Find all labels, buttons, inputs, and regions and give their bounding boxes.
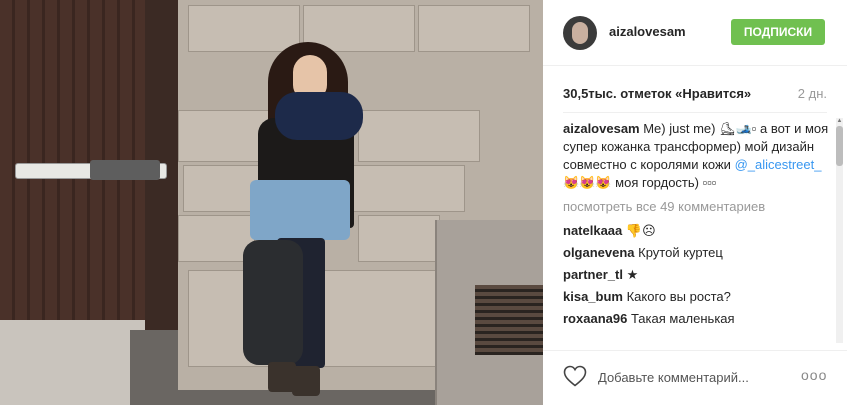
avatar[interactable] xyxy=(563,16,597,50)
post-footer: ooo xyxy=(543,350,847,406)
comment-text: 👎☹ xyxy=(622,223,656,238)
boot-right xyxy=(292,366,320,396)
comment-username[interactable]: olganevena xyxy=(563,245,635,260)
heart-icon[interactable] xyxy=(563,365,587,387)
comment-item: natelkaaa 👎☹ xyxy=(563,222,833,240)
add-comment-input[interactable] xyxy=(598,368,788,386)
comments-scrollbar[interactable]: ▲ xyxy=(836,118,843,343)
barrier-mount xyxy=(90,160,160,180)
backpack xyxy=(243,240,303,365)
comment-text: ★ xyxy=(622,267,639,282)
likes-count[interactable]: 30,5тыс. отметок «Нравится» xyxy=(563,86,751,101)
comment-text: Какого вы роста? xyxy=(622,289,731,304)
comment-text: Такая маленькая xyxy=(627,311,735,326)
post-photo[interactable] xyxy=(0,0,543,405)
comments-list: aizalovesam Me) just me) ⛸🎿▫ а вот и моя… xyxy=(563,118,833,343)
scroll-up-arrow-icon[interactable]: ▲ xyxy=(836,118,843,125)
more-options-icon[interactable]: ooo xyxy=(801,367,827,383)
scroll-thumb[interactable] xyxy=(836,126,843,166)
post-header: aizalovesam ПОДПИСКИ xyxy=(543,0,847,66)
comment-item: partner_tl ★ xyxy=(563,266,833,284)
comment-username[interactable]: partner_tl xyxy=(563,267,623,282)
divider xyxy=(563,112,827,113)
view-all-comments-link[interactable]: посмотреть все 49 комментариев xyxy=(563,198,833,216)
wall-vent xyxy=(475,285,543,355)
caption-username[interactable]: aizalovesam xyxy=(563,121,640,136)
username-link[interactable]: aizalovesam xyxy=(609,24,686,39)
likes-row: 30,5тыс. отметок «Нравится» 2 дн. xyxy=(563,86,827,104)
caption-mention[interactable]: @_alicestreet_ xyxy=(735,157,822,172)
comment-item: olganevena Крутой куртец xyxy=(563,244,833,262)
comment-item: kisa_bum Какого вы роста? xyxy=(563,288,833,306)
scarf xyxy=(275,92,363,140)
post-sidebar: aizalovesam ПОДПИСКИ 30,5тыс. отметок «Н… xyxy=(543,0,847,405)
comment-username[interactable]: kisa_bum xyxy=(563,289,623,304)
denim-shirt xyxy=(250,180,350,240)
follow-button[interactable]: ПОДПИСКИ xyxy=(731,19,825,45)
comment-username[interactable]: roxaana96 xyxy=(563,311,627,326)
comment-item: roxaana96 Такая маленькая xyxy=(563,310,833,328)
caption-text-2: 😻😻😻 моя гордость) ▫▫▫ xyxy=(563,175,717,190)
comment-username[interactable]: natelkaaa xyxy=(563,223,622,238)
comment-text: Крутой куртец xyxy=(634,245,723,260)
post-time[interactable]: 2 дн. xyxy=(798,86,827,101)
caption: aizalovesam Me) just me) ⛸🎿▫ а вот и моя… xyxy=(563,120,833,192)
